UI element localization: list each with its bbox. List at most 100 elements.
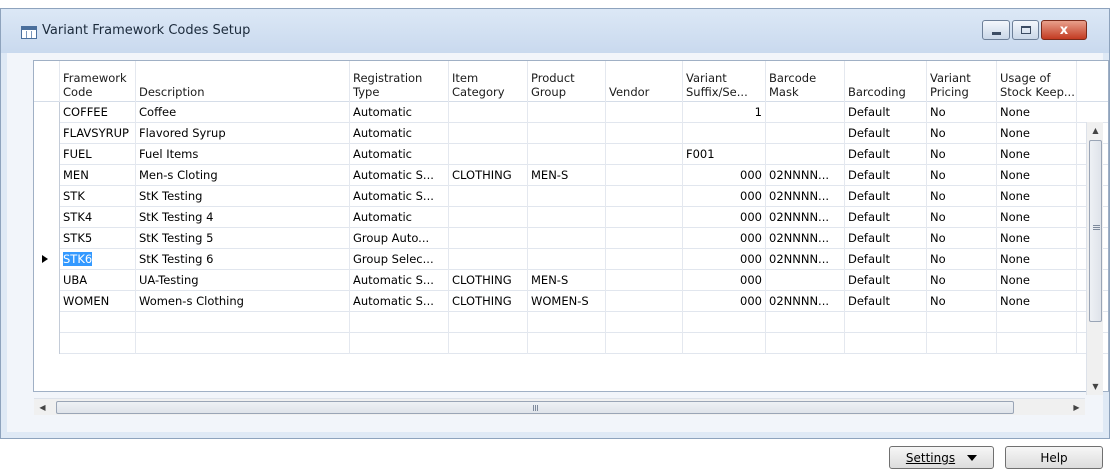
column-header-framework-code[interactable]: Framework Code — [60, 61, 136, 102]
cell-barcoding[interactable] — [845, 333, 927, 354]
table-row[interactable]: STK StK Testing Automatic S... 000 02NNNN...… — [34, 186, 1108, 207]
cell-barcoding[interactable]: Default — [845, 186, 927, 207]
cell-variant-suffix[interactable]: 000 — [683, 249, 766, 270]
cell-barcode-mask[interactable]: 02NNNN... — [766, 249, 845, 270]
column-header-variant-suffix[interactable]: Variant Suffix/Se... — [683, 61, 766, 102]
cell-description[interactable]: UA-Testing — [136, 270, 350, 291]
cell-description[interactable] — [136, 312, 350, 333]
cell-description[interactable]: Men-s Cloting — [136, 165, 350, 186]
close-button[interactable]: x — [1041, 20, 1087, 40]
cell-variant-suffix[interactable]: 000 — [683, 228, 766, 249]
cell-registration-type[interactable]: Automatic — [350, 102, 449, 123]
column-header-variant-pricing[interactable]: Variant Pricing — [927, 61, 997, 102]
cell-usage-stock-keeping[interactable]: None — [997, 249, 1077, 270]
cell-registration-type[interactable]: Automatic S... — [350, 291, 449, 312]
cell-framework-code[interactable] — [60, 333, 136, 354]
cell-product-group[interactable] — [528, 207, 606, 228]
cell-barcode-mask[interactable] — [766, 333, 845, 354]
row-selector[interactable] — [34, 312, 60, 333]
cell-framework-code[interactable]: WOMEN — [60, 291, 136, 312]
cell-variant-suffix[interactable]: 000 — [683, 291, 766, 312]
maximize-button[interactable] — [1012, 20, 1039, 40]
table-row[interactable]: STK4 StK Testing 4 Automatic 000 02NNNN... De… — [34, 207, 1108, 228]
cell-item-category[interactable] — [449, 228, 528, 249]
cell-barcode-mask[interactable]: 02NNNN... — [766, 228, 845, 249]
cell-barcoding[interactable]: Default — [845, 207, 927, 228]
cell-framework-code[interactable]: STK — [60, 186, 136, 207]
cell-registration-type[interactable] — [350, 312, 449, 333]
cell-item-category[interactable]: CLOTHING — [449, 165, 528, 186]
cell-product-group[interactable] — [528, 312, 606, 333]
cell-usage-stock-keeping[interactable] — [997, 333, 1077, 354]
cell-product-group[interactable] — [528, 186, 606, 207]
cell-variant-pricing[interactable] — [927, 312, 997, 333]
cell-framework-code[interactable]: STK5 — [60, 228, 136, 249]
cell-barcode-mask[interactable] — [766, 144, 845, 165]
cell-item-category[interactable] — [449, 207, 528, 228]
column-header-barcoding[interactable]: Barcoding — [845, 61, 927, 102]
cell-barcode-mask[interactable]: 02NNNN... — [766, 186, 845, 207]
cell-framework-code[interactable]: STK6 — [60, 249, 136, 270]
cell-vendor[interactable] — [606, 102, 683, 123]
cell-item-category[interactable] — [449, 333, 528, 354]
scroll-up-icon[interactable]: ▲ — [1087, 122, 1104, 139]
cell-vendor[interactable] — [606, 165, 683, 186]
row-selector[interactable] — [34, 228, 60, 249]
cell-barcode-mask[interactable]: 02NNNN... — [766, 165, 845, 186]
cell-product-group[interactable] — [528, 123, 606, 144]
cell-description[interactable]: Fuel Items — [136, 144, 350, 165]
cell-variant-pricing[interactable]: No — [927, 102, 997, 123]
cell-description[interactable]: Women-s Clothing — [136, 291, 350, 312]
cell-vendor[interactable] — [606, 228, 683, 249]
column-header-usage-stock-keeping[interactable]: Usage of Stock Keep... — [997, 61, 1077, 102]
cell-registration-type[interactable]: Group Auto... — [350, 228, 449, 249]
row-selector[interactable] — [34, 270, 60, 291]
cell-framework-code[interactable]: STK4 — [60, 207, 136, 228]
cell-description[interactable] — [136, 333, 350, 354]
cell-usage-stock-keeping[interactable]: None — [997, 228, 1077, 249]
cell-description[interactable]: StK Testing 5 — [136, 228, 350, 249]
horizontal-scroll-thumb[interactable] — [56, 401, 1014, 414]
cell-product-group[interactable]: MEN-S — [528, 270, 606, 291]
cell-vendor[interactable] — [606, 144, 683, 165]
cell-usage-stock-keeping[interactable]: None — [997, 186, 1077, 207]
cell-usage-stock-keeping[interactable]: None — [997, 291, 1077, 312]
empty-row[interactable] — [34, 333, 1108, 354]
cell-item-category[interactable] — [449, 144, 528, 165]
cell-framework-code[interactable]: FUEL — [60, 144, 136, 165]
column-header-barcode-mask[interactable]: Barcode Mask — [766, 61, 845, 102]
cell-registration-type[interactable]: Automatic — [350, 207, 449, 228]
cell-barcoding[interactable]: Default — [845, 144, 927, 165]
cell-product-group[interactable]: MEN-S — [528, 165, 606, 186]
cell-usage-stock-keeping[interactable]: None — [997, 144, 1077, 165]
cell-variant-pricing[interactable]: No — [927, 207, 997, 228]
cell-barcode-mask[interactable] — [766, 312, 845, 333]
cell-item-category[interactable] — [449, 186, 528, 207]
cell-registration-type[interactable] — [350, 333, 449, 354]
cell-vendor[interactable] — [606, 207, 683, 228]
cell-vendor[interactable] — [606, 186, 683, 207]
help-button[interactable]: Help — [1005, 446, 1103, 469]
cell-barcode-mask[interactable]: 02NNNN... — [766, 291, 845, 312]
scroll-down-icon[interactable]: ▼ — [1087, 378, 1104, 395]
row-selector[interactable] — [34, 144, 60, 165]
horizontal-scrollbar[interactable]: ◀ ▶ — [34, 398, 1085, 415]
cell-variant-suffix[interactable]: 000 — [683, 186, 766, 207]
current-row-indicator[interactable] — [34, 249, 60, 270]
cell-variant-pricing[interactable]: No — [927, 249, 997, 270]
column-header-vendor[interactable]: Vendor — [606, 61, 683, 102]
cell-variant-suffix[interactable]: 000 — [683, 207, 766, 228]
cell-variant-suffix[interactable] — [683, 333, 766, 354]
row-selector[interactable] — [34, 102, 60, 123]
cell-usage-stock-keeping[interactable]: None — [997, 207, 1077, 228]
minimize-button[interactable] — [982, 20, 1010, 40]
table-row[interactable]: MEN Men-s Cloting Automatic S... CLOTHING ME… — [34, 165, 1108, 186]
table-row[interactable]: WOMEN Women-s Clothing Automatic S... CLOTH… — [34, 291, 1108, 312]
cell-description[interactable]: Flavored Syrup — [136, 123, 350, 144]
vertical-scrollbar[interactable]: ▲ ▼ — [1086, 122, 1103, 395]
cell-barcode-mask[interactable]: 02NNNN... — [766, 207, 845, 228]
cell-variant-suffix[interactable]: 000 — [683, 165, 766, 186]
cell-registration-type[interactable]: Automatic S... — [350, 270, 449, 291]
cell-variant-pricing[interactable]: No — [927, 144, 997, 165]
row-selector[interactable] — [34, 165, 60, 186]
